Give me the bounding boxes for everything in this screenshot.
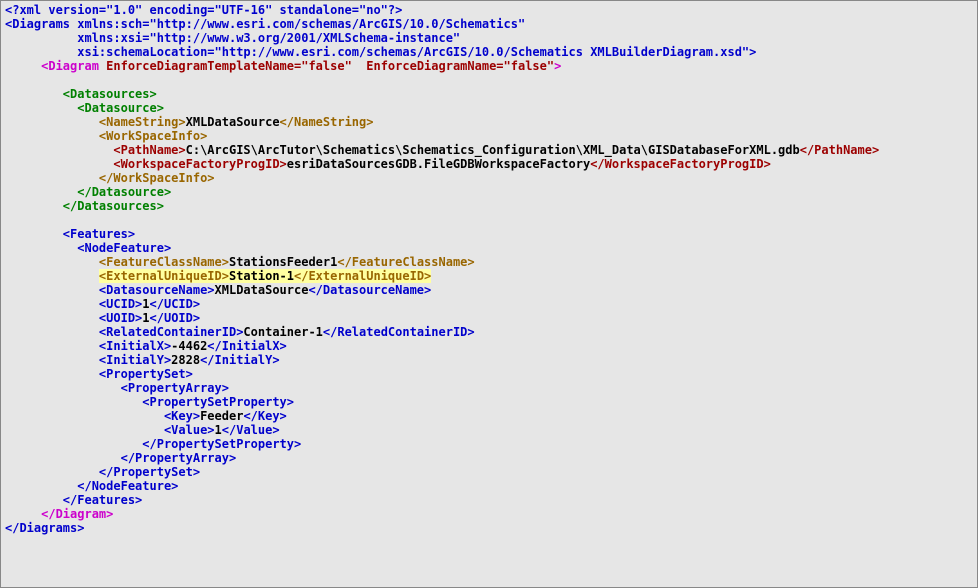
- uoid-open: <UOID>: [99, 311, 142, 325]
- workspaceinfo-close: </WorkSpaceInfo>: [99, 171, 215, 185]
- key-close: </Key>: [243, 409, 286, 423]
- pathname-open: <PathName>: [113, 143, 185, 157]
- datasources-open: <Datasources>: [63, 87, 157, 101]
- diagram-attr-2: EnforceDiagramName="false": [366, 59, 554, 73]
- iy-value: 2828: [171, 353, 200, 367]
- xmlns-xsi: xmlns:xsi="http://www.w3.org/2001/XMLSch…: [77, 31, 460, 45]
- wfp-value: esriDataSourcesGDB.FileGDBWorkspaceFacto…: [287, 157, 590, 171]
- diagram-open: <Diagram: [41, 59, 99, 73]
- ucid-close: </UCID>: [150, 297, 201, 311]
- key-open: <Key>: [164, 409, 200, 423]
- wfp-open: <WorkspaceFactoryProgID>: [113, 157, 286, 171]
- namestring-open: <NameString>: [99, 115, 186, 129]
- ix-close: </InitialX>: [207, 339, 286, 353]
- xml-declaration: <?xml version="1.0" encoding="UTF-16" st…: [5, 3, 402, 17]
- fcn-value: StationsFeeder1: [229, 255, 337, 269]
- iy-close: </InitialY>: [200, 353, 279, 367]
- datasources-close: </Datasources>: [63, 199, 164, 213]
- euid-close: </ExternalUniqueID>: [294, 269, 431, 283]
- psp-open: <PropertySetProperty>: [142, 395, 294, 409]
- diagrams-open: <Diagrams xmlns:sch="http://www.esri.com…: [5, 17, 525, 31]
- key-value: Feeder: [200, 409, 243, 423]
- nodefeature-close: </NodeFeature>: [77, 479, 178, 493]
- val-open: <Value>: [164, 423, 215, 437]
- rcid-close: </RelatedContainerID>: [323, 325, 475, 339]
- ps-close: </PropertySet>: [99, 465, 200, 479]
- xml-code-block: <?xml version="1.0" encoding="UTF-16" st…: [1, 1, 977, 537]
- diagrams-close: </Diagrams>: [5, 521, 84, 535]
- features-open: <Features>: [63, 227, 135, 241]
- euid-open: <ExternalUniqueID>: [99, 269, 229, 283]
- dsn-open: <DatasourceName>: [99, 283, 215, 297]
- ix-open: <InitialX>: [99, 339, 171, 353]
- iy-open: <InitialY>: [99, 353, 171, 367]
- ps-open: <PropertySet>: [99, 367, 193, 381]
- uoid-close: </UOID>: [150, 311, 201, 325]
- highlighted-line: <ExternalUniqueID>Station-1</ExternalUni…: [99, 269, 431, 283]
- features-close: </Features>: [63, 493, 142, 507]
- namestring-value: XMLDataSource: [186, 115, 280, 129]
- ucid-value: 1: [142, 297, 149, 311]
- val-close: </Value>: [222, 423, 280, 437]
- dsn-value: XMLDataSource: [215, 283, 309, 297]
- fcn-open: <FeatureClassName>: [99, 255, 229, 269]
- namestring-close: </NameString>: [280, 115, 374, 129]
- pathname-close: </PathName>: [800, 143, 879, 157]
- diagram-attr-1: EnforceDiagramTemplateName="false": [106, 59, 352, 73]
- uoid-value: 1: [142, 311, 149, 325]
- ucid-open: <UCID>: [99, 297, 142, 311]
- euid-value: Station-1: [229, 269, 294, 283]
- datasource-open: <Datasource>: [77, 101, 164, 115]
- rcid-open: <RelatedContainerID>: [99, 325, 244, 339]
- diagram-close: </Diagram>: [41, 507, 113, 521]
- schema-location: xsi:schemaLocation="http://www.esri.com/…: [77, 45, 756, 59]
- pa-close: </PropertyArray>: [121, 451, 237, 465]
- datasource-close: </Datasource>: [77, 185, 171, 199]
- val-value: 1: [215, 423, 222, 437]
- wfp-close: </WorkspaceFactoryProgID>: [590, 157, 771, 171]
- pa-open: <PropertyArray>: [121, 381, 229, 395]
- pathname-value: C:\ArcGIS\ArcTutor\Schematics\Schematics…: [186, 143, 800, 157]
- psp-close: </PropertySetProperty>: [142, 437, 301, 451]
- ix-value: -4462: [171, 339, 207, 353]
- workspaceinfo-open: <WorkSpaceInfo>: [99, 129, 207, 143]
- dsn-close: </DatasourceName>: [308, 283, 431, 297]
- rcid-value: Container-1: [243, 325, 322, 339]
- fcn-close: </FeatureClassName>: [337, 255, 474, 269]
- nodefeature-open: <NodeFeature>: [77, 241, 171, 255]
